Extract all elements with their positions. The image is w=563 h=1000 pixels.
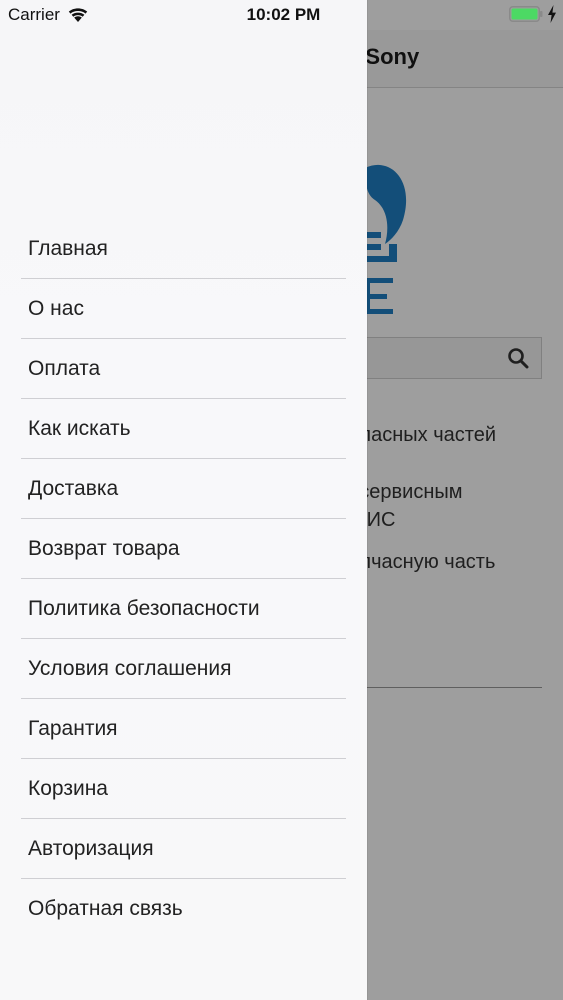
menu-item-warranty[interactable]: Гарантия [21,699,346,759]
status-time: 10:02 PM [246,5,321,24]
menu-item-returns[interactable]: Возврат товара [21,519,346,579]
menu-item-delivery[interactable]: Доставка [21,459,346,519]
menu-item-terms[interactable]: Условия соглашения [21,639,346,699]
side-drawer: Главная О нас Оплата Как искать Доставка… [0,0,367,1000]
menu-item-about[interactable]: О нас [21,279,346,339]
menu-item-payment[interactable]: Оплата [21,339,346,399]
menu-item-cart[interactable]: Корзина [21,759,346,819]
battery-icon [509,6,543,22]
menu-item-privacy-policy[interactable]: Политика безопасности [21,579,346,639]
drawer-menu: Главная О нас Оплата Как искать Доставка… [21,219,346,938]
status-bar: Carrier 10:02 PM [0,0,563,30]
menu-item-login[interactable]: Авторизация [21,819,346,879]
app-screen: ти Sony запасных частей у м сервисным РВ… [0,0,563,1000]
charging-bolt-icon [548,5,556,23]
menu-item-home[interactable]: Главная [21,219,346,279]
menu-item-how-to-search[interactable]: Как искать [21,399,346,459]
menu-item-feedback[interactable]: Обратная связь [21,879,346,938]
